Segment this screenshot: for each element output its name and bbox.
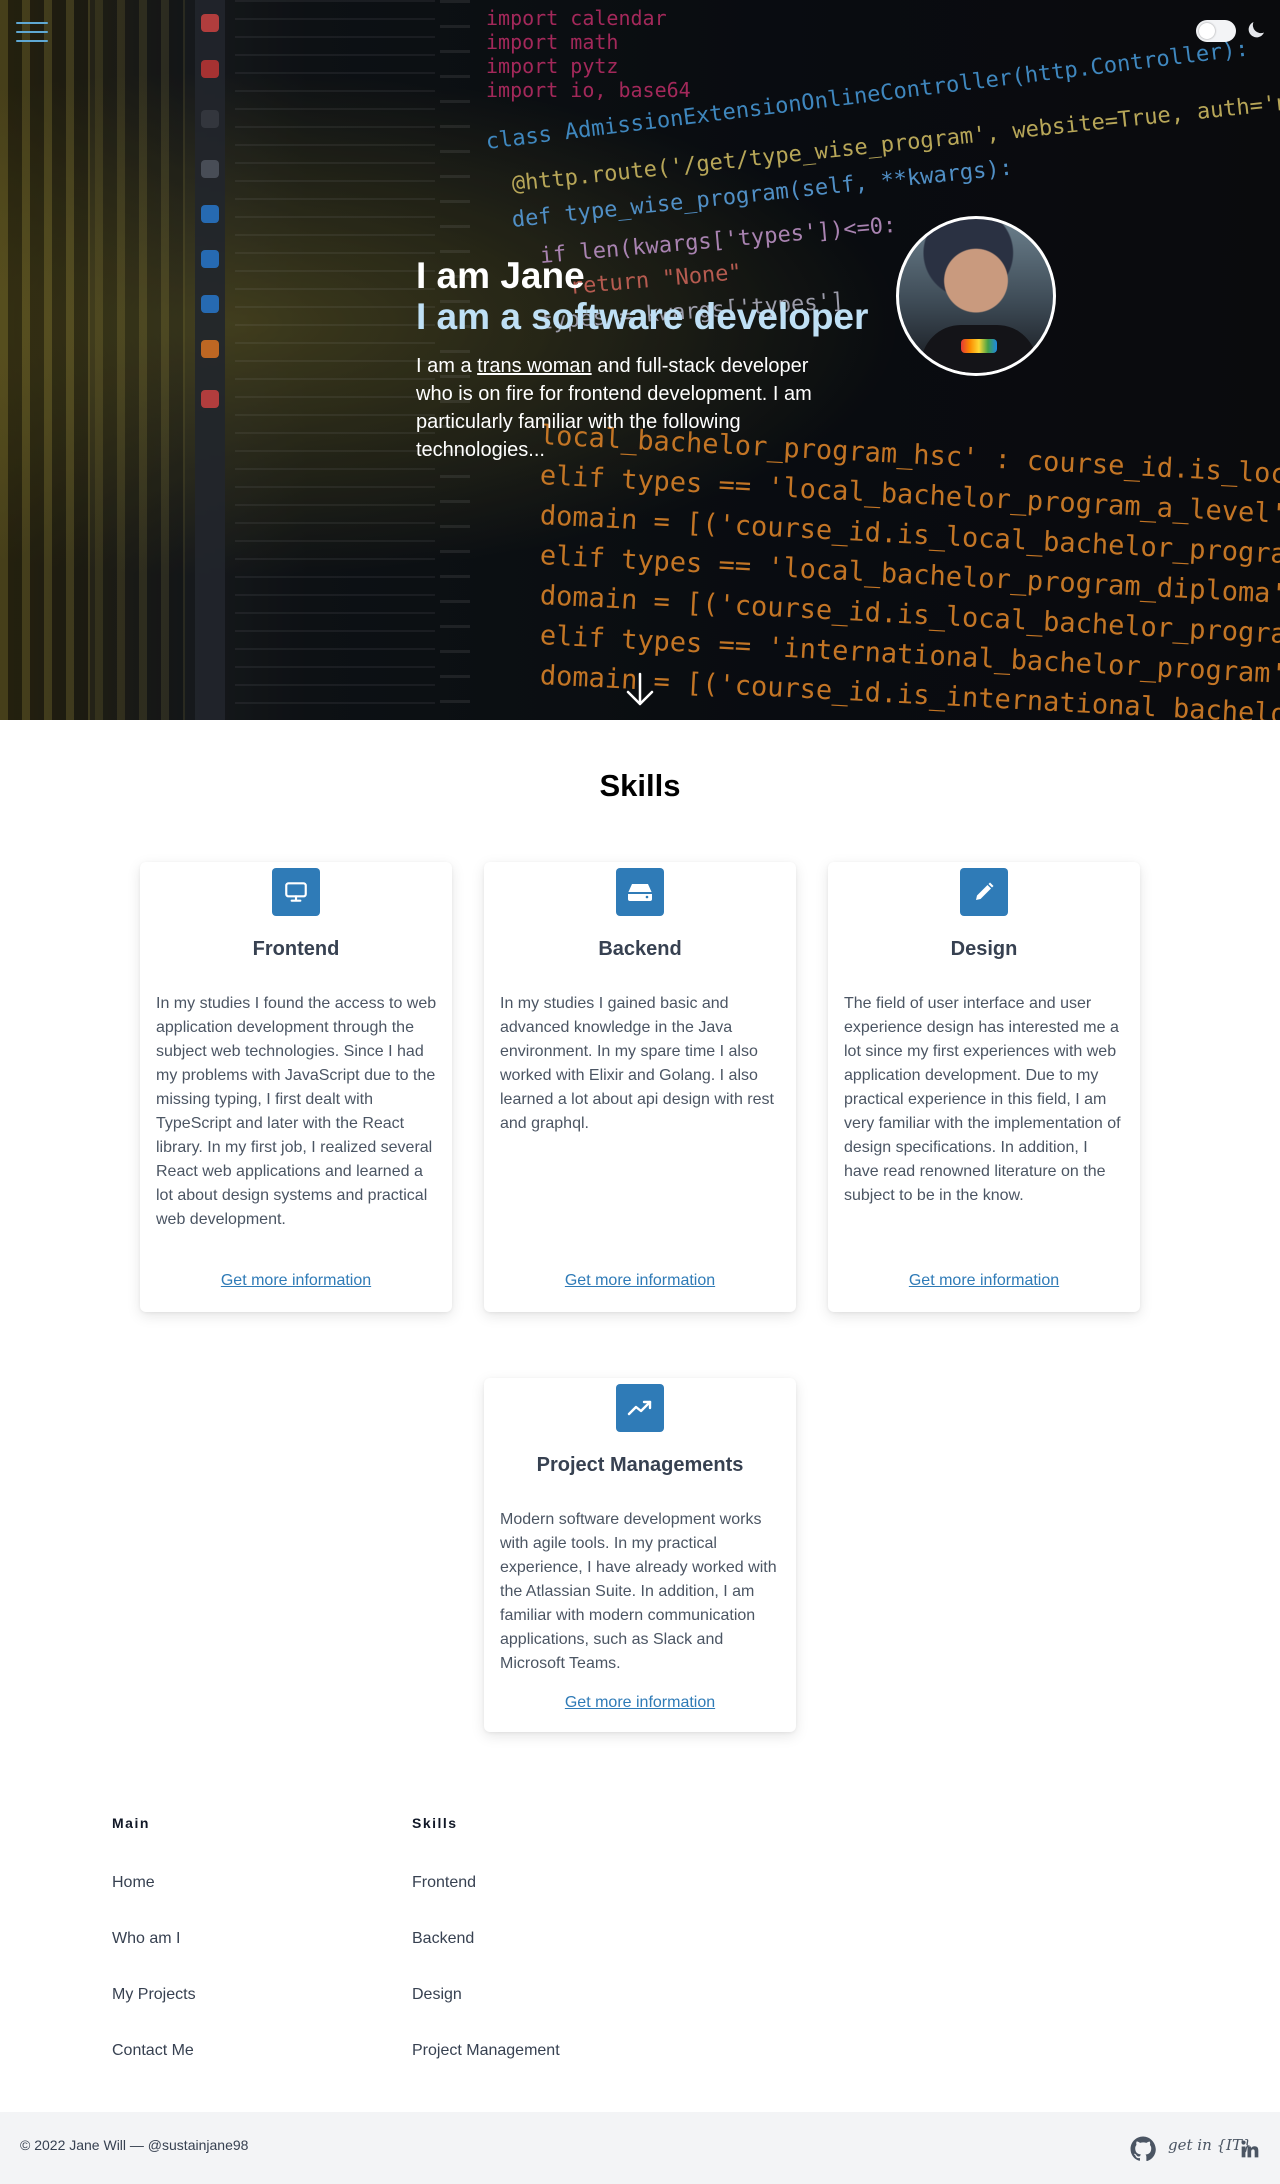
hero-description: I am a trans woman and full-stack develo… (416, 352, 846, 464)
design-more-info-link[interactable]: Get more information (828, 1272, 1140, 1290)
footer-link-project-management[interactable]: Project Management (412, 2042, 560, 2060)
arrow-down-icon[interactable] (626, 672, 654, 708)
footer-link-design[interactable]: Design (412, 1986, 462, 2004)
hero-description-start: I am a (416, 355, 478, 377)
getin-it-logo[interactable]: get in {IT} (1168, 2136, 1252, 2154)
skill-card-project-management: Project Managements Modern software deve… (484, 1378, 796, 1732)
skill-card-design: Design The field of user interface and u… (828, 862, 1140, 1312)
footer-link-backend[interactable]: Backend (412, 1930, 474, 1948)
skill-card-text: The field of user interface and user exp… (844, 995, 1121, 1204)
skill-card-title: Frontend (252, 938, 340, 960)
linkedin-icon[interactable] (1240, 2139, 1260, 2159)
moon-icon (1248, 22, 1264, 38)
avatar (896, 216, 1056, 376)
footer-link-my-projects[interactable]: My Projects (112, 1986, 196, 2004)
skill-card-text: In my studies I found the access to web … (156, 995, 437, 1228)
theme-toggle-knob (1199, 23, 1215, 39)
skill-card-title: Backend (598, 938, 682, 960)
skill-card-icon-box (272, 868, 320, 916)
skill-card-frontend: Frontend In my studies I found the acces… (140, 862, 452, 1312)
copyright-text: © 2022 Jane Will — @sustainjane98 (20, 2137, 249, 2153)
skills-heading: Skills (599, 768, 681, 803)
trans-woman-link[interactable]: trans woman (477, 355, 592, 377)
footer-link-home[interactable]: Home (112, 1874, 155, 1892)
footer-link-frontend[interactable]: Frontend (412, 1874, 476, 1892)
skill-card-text: In my studies I gained basic and advance… (500, 995, 774, 1132)
footer-link-who-am-i[interactable]: Who am I (112, 1930, 180, 1948)
backend-more-info-link[interactable]: Get more information (484, 1272, 796, 1290)
avatar-shirt-logo (961, 339, 997, 353)
project-management-more-info-link[interactable]: Get more information (484, 1694, 796, 1712)
github-icon[interactable] (1130, 2136, 1156, 2162)
skill-card-icon-box (960, 868, 1008, 916)
trending-up-icon (627, 1400, 652, 1416)
skill-card-title: Project Managements (536, 1454, 744, 1476)
theme-toggle[interactable] (1196, 20, 1236, 42)
hero-section: import calendar import math import pytz … (0, 0, 1280, 720)
footer-bottom-bar: © 2022 Jane Will — @sustainjane98 get in… (0, 2112, 1280, 2184)
frontend-more-info-link[interactable]: Get more information (140, 1272, 452, 1290)
skill-card-text: Modern software development works with a… (500, 1511, 777, 1672)
footer-main-heading: Main (112, 1815, 150, 1831)
server-icon (628, 884, 652, 901)
footer-link-contact-me[interactable]: Contact Me (112, 2042, 194, 2060)
hero-subtitle: I am a software developer (416, 296, 869, 337)
skill-card-icon-box (616, 868, 664, 916)
hero-title: I am Jane (416, 255, 585, 296)
skill-card-icon-box (616, 1384, 664, 1432)
monitor-icon (285, 882, 307, 902)
skill-card-title: Design (950, 938, 1018, 960)
hamburger-menu-icon[interactable] (16, 22, 48, 48)
footer-skills-heading: Skills (412, 1815, 458, 1831)
pencil-icon (976, 882, 994, 900)
skill-card-backend: Backend In my studies I gained basic and… (484, 862, 796, 1312)
